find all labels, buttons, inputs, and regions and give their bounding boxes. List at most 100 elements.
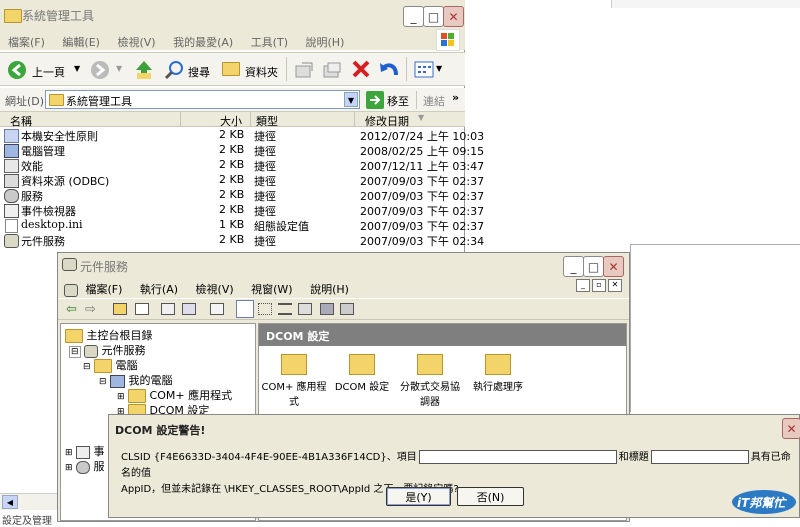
- back-button[interactable]: 上一頁: [32, 64, 65, 80]
- file-row[interactable]: 本機安全性原則 2 KB 捷徑 2012/07/24 上午 10:03: [0, 128, 484, 143]
- address-dropdown-button[interactable]: ▼: [344, 92, 358, 107]
- forward-arrow-icon[interactable]: [90, 60, 110, 83]
- close-button[interactable]: ✕: [603, 256, 624, 277]
- folders-button[interactable]: 資料夾: [245, 64, 278, 80]
- collapse-icon[interactable]: ⊟: [99, 377, 107, 387]
- tree-item-my-computer[interactable]: ⊟ 我的電腦: [99, 372, 173, 388]
- component-title: 元件服務: [80, 260, 129, 274]
- search-icon[interactable]: [164, 60, 184, 83]
- services-icon: [4, 189, 19, 203]
- scroll-left-icon[interactable]: ◀: [2, 495, 18, 509]
- no-button[interactable]: 否(N): [457, 487, 524, 506]
- undo-icon[interactable]: [378, 59, 400, 82]
- forward-arrow-icon[interactable]: ⇨: [85, 302, 96, 317]
- menu-file[interactable]: 檔案(F): [86, 283, 123, 296]
- tree-item-event-viewer[interactable]: ⊞ 事: [65, 443, 105, 459]
- large-icons-view-icon[interactable]: [236, 300, 254, 318]
- component-titlebar[interactable]: 元件服務 _ □ ✕: [58, 253, 629, 277]
- collapse-icon[interactable]: ⊟: [69, 346, 81, 358]
- collapse-icon[interactable]: ⊟: [83, 362, 91, 372]
- menu-view[interactable]: 檢視(V): [117, 36, 155, 49]
- minimize-button[interactable]: _: [563, 256, 584, 277]
- file-row[interactable]: desktop.ini 1 KB 組態設定值 2007/09/03 下午 02:…: [0, 218, 484, 233]
- address-value: 系統管理工具: [66, 95, 132, 108]
- expand-icon[interactable]: ⊞: [117, 392, 125, 402]
- icon-item[interactable]: DCOM 設定: [329, 354, 395, 393]
- file-row[interactable]: 元件服務 2 KB 捷徑 2007/09/03 下午 02:34: [0, 233, 484, 248]
- menu-help[interactable]: 說明(H): [310, 283, 349, 296]
- go-button[interactable]: 移至: [387, 93, 409, 109]
- file-row[interactable]: 效能 2 KB 捷徑 2007/12/11 上午 03:47: [0, 158, 484, 173]
- list-view-icon[interactable]: [278, 303, 292, 315]
- column-type[interactable]: 類型: [256, 113, 278, 129]
- move-to-icon[interactable]: [294, 61, 314, 82]
- menu-file[interactable]: 檔案(F): [8, 36, 45, 49]
- tree-item-computers[interactable]: ⊟ 電腦: [83, 357, 138, 373]
- tree-item-complus[interactable]: ⊞ COM+ 應用程式: [117, 387, 232, 403]
- mdi-close-button[interactable]: ✕: [608, 279, 622, 292]
- component-services-icon: [4, 234, 19, 248]
- expand-icon[interactable]: ⊞: [65, 448, 73, 458]
- address-input[interactable]: 系統管理工具 ▼: [45, 90, 360, 109]
- menu-action[interactable]: 執行(A): [140, 283, 178, 296]
- maximize-button[interactable]: □: [423, 6, 444, 27]
- file-row[interactable]: 事件檢視器 2 KB 捷徑 2007/09/03 下午 02:37: [0, 203, 484, 218]
- dialog-titlebar[interactable]: DCOM 設定警告! ✕: [109, 415, 800, 440]
- properties-icon[interactable]: [182, 303, 196, 315]
- yes-button[interactable]: 是(Y): [386, 487, 451, 506]
- close-button[interactable]: ✕: [443, 6, 464, 27]
- tree-item-services[interactable]: ⊞ 服: [65, 458, 105, 474]
- close-button[interactable]: ✕: [782, 418, 800, 439]
- icon-item[interactable]: 執行處理序: [465, 354, 531, 393]
- mdi-minimize-button[interactable]: _: [576, 279, 590, 292]
- up-level-icon[interactable]: [113, 303, 127, 315]
- maximize-button[interactable]: □: [583, 256, 604, 277]
- views-icon[interactable]: [414, 61, 434, 82]
- tree-item-component-services[interactable]: ⊟ 元件服務: [69, 342, 146, 358]
- file-row[interactable]: 電腦管理 2 KB 捷徑 2008/02/25 上午 09:15: [0, 143, 484, 158]
- explorer-titlebar[interactable]: 系統管理工具 _ □ ✕: [0, 0, 465, 28]
- folders-icon[interactable]: [222, 62, 240, 76]
- copy-to-icon[interactable]: [322, 61, 342, 82]
- column-modified[interactable]: 修改日期: [365, 113, 409, 129]
- help-icon[interactable]: [210, 303, 224, 315]
- menu-edit[interactable]: 編輯(E): [62, 36, 100, 49]
- column-size[interactable]: 大小: [220, 113, 242, 129]
- mdi-restore-button[interactable]: ▫: [592, 279, 606, 292]
- show-hide-tree-icon[interactable]: [135, 303, 149, 315]
- up-folder-icon[interactable]: [133, 59, 155, 84]
- menu-favorites[interactable]: 我的最愛(A): [173, 36, 233, 49]
- details-view-icon[interactable]: [298, 303, 312, 315]
- menu-view[interactable]: 檢視(V): [196, 283, 234, 296]
- expand-icon[interactable]: ⊞: [65, 463, 73, 473]
- icon-item[interactable]: COM+ 應用程式: [261, 354, 327, 408]
- small-icons-view-icon[interactable]: [258, 303, 272, 315]
- tree-item-root[interactable]: 主控台根目錄: [65, 327, 153, 343]
- minimize-button[interactable]: _: [403, 6, 424, 27]
- chevron-right-icon[interactable]: »: [452, 91, 459, 104]
- go-arrow-icon[interactable]: [366, 91, 384, 112]
- computer-icon: [110, 374, 126, 388]
- chevron-down-icon[interactable]: ▼: [74, 64, 80, 73]
- delete-icon[interactable]: [161, 303, 175, 315]
- chevron-down-icon[interactable]: ▼: [436, 64, 442, 73]
- computer-icon[interactable]: [320, 303, 334, 315]
- file-modified: 2007/12/11 上午 03:47: [360, 160, 485, 173]
- monitor-icon[interactable]: [340, 303, 354, 315]
- menu-tools[interactable]: 工具(T): [251, 36, 288, 49]
- icon-item[interactable]: 分散式交易協調器: [397, 354, 463, 408]
- shortcut-icon: [4, 129, 19, 143]
- back-arrow-icon[interactable]: [7, 60, 27, 83]
- menu-window[interactable]: 視窗(W): [251, 283, 292, 296]
- search-button[interactable]: 搜尋: [188, 64, 210, 80]
- horizontal-scrollbar[interactable]: ◀: [0, 493, 58, 510]
- file-modified: 2007/09/03 下午 02:34: [360, 235, 485, 248]
- menu-help[interactable]: 說明(H): [306, 36, 345, 49]
- links-label[interactable]: 連結: [423, 93, 445, 109]
- file-row[interactable]: 服務 2 KB 捷徑 2007/09/03 下午 02:37: [0, 188, 484, 203]
- file-row[interactable]: 資料來源 (ODBC) 2 KB 捷徑 2007/09/03 下午 02:37: [0, 173, 484, 188]
- column-name[interactable]: 名稱: [10, 113, 32, 129]
- chevron-down-icon[interactable]: ▼: [116, 64, 122, 73]
- back-arrow-icon[interactable]: ⇦: [66, 302, 77, 317]
- delete-icon[interactable]: [351, 59, 371, 82]
